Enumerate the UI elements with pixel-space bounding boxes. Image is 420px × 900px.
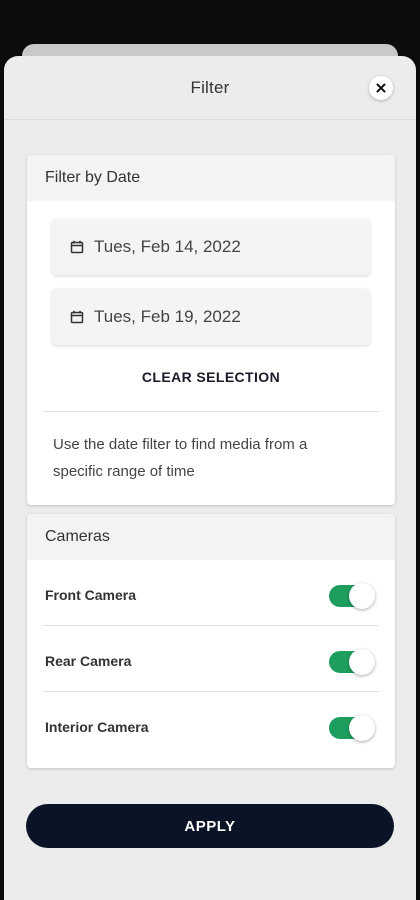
front-camera-toggle[interactable] [329, 583, 375, 609]
calendar-icon [70, 240, 84, 254]
camera-row-rear: Rear Camera [27, 626, 395, 692]
toggle-knob [349, 583, 375, 609]
divider [43, 411, 379, 412]
toggle-knob [349, 715, 375, 741]
interior-camera-toggle[interactable] [329, 715, 375, 741]
sheet-header: Filter [4, 56, 416, 120]
date-filter-heading: Filter by Date [27, 155, 395, 201]
camera-label: Front Camera [45, 587, 137, 603]
camera-row-front: Front Camera [27, 560, 395, 626]
end-date-value: Tues, Feb 19, 2022 [94, 307, 241, 326]
calendar-icon [70, 310, 84, 324]
filter-sheet: Filter Filter by Date Tues, Feb 14, 2022 [4, 56, 416, 900]
cameras-card: Cameras Front Camera Rear Camera Interio… [27, 514, 395, 768]
toggle-knob [349, 649, 375, 675]
cameras-heading: Cameras [27, 514, 395, 560]
end-date-field[interactable]: Tues, Feb 19, 2022 [52, 289, 370, 345]
close-button[interactable] [369, 76, 393, 100]
camera-row-interior: Interior Camera [27, 692, 395, 758]
close-icon [376, 83, 386, 93]
apply-button[interactable]: APPLY [26, 804, 394, 848]
date-filter-card: Filter by Date Tues, Feb 14, 2022 Tues, … [27, 155, 395, 505]
clear-selection-button[interactable]: CLEAR SELECTION [27, 369, 395, 385]
rear-camera-toggle[interactable] [329, 649, 375, 675]
camera-label: Interior Camera [45, 719, 149, 735]
date-filter-hint: Use the date filter to find media from a… [53, 436, 308, 480]
start-date-field[interactable]: Tues, Feb 14, 2022 [52, 219, 370, 275]
camera-label: Rear Camera [45, 653, 132, 669]
page-title: Filter [190, 78, 230, 97]
start-date-value: Tues, Feb 14, 2022 [94, 237, 241, 256]
